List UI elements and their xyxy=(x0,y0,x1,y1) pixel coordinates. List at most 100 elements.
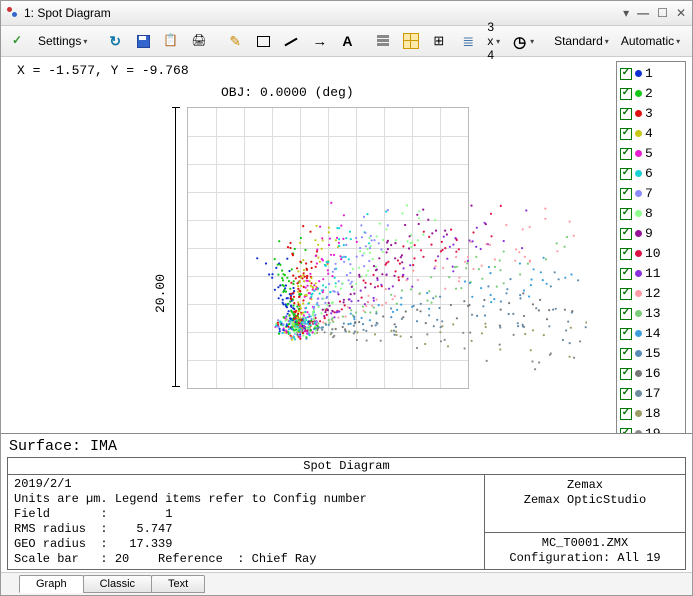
legend-item-3[interactable]: ✓3 xyxy=(620,104,682,123)
legend-checkbox[interactable]: ✓ xyxy=(620,168,632,180)
automatic-select[interactable]: Automatic xyxy=(616,31,685,51)
layers-button[interactable] xyxy=(454,30,480,52)
legend-checkbox[interactable]: ✓ xyxy=(620,268,632,280)
legend-checkbox[interactable]: ✓ xyxy=(620,288,632,300)
legend-item-9[interactable]: ✓9 xyxy=(620,224,682,243)
legend-checkbox[interactable]: ✓ xyxy=(620,228,632,240)
standard-select[interactable]: Standard xyxy=(549,31,614,51)
annotate-arrow[interactable] xyxy=(306,30,332,52)
annotate-rect[interactable] xyxy=(250,30,276,52)
legend-label: 9 xyxy=(645,226,653,241)
config-icon xyxy=(431,33,447,49)
legend-item-19[interactable]: ✓19 xyxy=(620,424,682,433)
legend-checkbox[interactable]: ✓ xyxy=(620,388,632,400)
clock-icon xyxy=(512,33,528,49)
legend-item-2[interactable]: ✓2 xyxy=(620,84,682,103)
legend-checkbox[interactable]: ✓ xyxy=(620,248,632,260)
titlebar: 1: Spot Diagram ▾ — ☐ ✕ xyxy=(1,1,692,26)
cursor-coord: X = -1.577, Y = -9.768 xyxy=(17,63,189,78)
legend-item-5[interactable]: ✓5 xyxy=(620,144,682,163)
tab-classic[interactable]: Classic xyxy=(83,575,152,593)
legend-checkbox[interactable]: ✓ xyxy=(620,328,632,340)
save-button[interactable] xyxy=(130,30,156,52)
legend-item-6[interactable]: ✓6 xyxy=(620,164,682,183)
legend-item-10[interactable]: ✓10 xyxy=(620,244,682,263)
legend-checkbox[interactable]: ✓ xyxy=(620,188,632,200)
stack-icon xyxy=(375,33,391,49)
legend-item-1[interactable]: ✓1 xyxy=(620,64,682,83)
legend-item-13[interactable]: ✓13 xyxy=(620,304,682,323)
apply-button[interactable] xyxy=(5,30,31,52)
annotate-line[interactable] xyxy=(278,30,304,52)
plot-area[interactable]: X = -1.577, Y = -9.768 OBJ: 0.0000 (deg)… xyxy=(1,57,616,433)
legend-label: 5 xyxy=(645,146,653,161)
legend-checkbox[interactable]: ✓ xyxy=(620,128,632,140)
legend-label: 1 xyxy=(645,66,653,81)
scatter-plot xyxy=(187,107,587,407)
legend-label: 8 xyxy=(645,206,653,221)
legend-item-14[interactable]: ✓14 xyxy=(620,324,682,343)
legend-checkbox[interactable]: ✓ xyxy=(620,368,632,380)
legend-item-11[interactable]: ✓11 xyxy=(620,264,682,283)
main-area: X = -1.577, Y = -9.768 OBJ: 0.0000 (deg)… xyxy=(1,57,692,433)
clipboard-button[interactable] xyxy=(158,30,184,52)
plot-title: OBJ: 0.0000 (deg) xyxy=(221,85,354,100)
pencil-icon xyxy=(227,33,243,49)
legend-checkbox[interactable]: ✓ xyxy=(620,148,632,160)
legend-checkbox[interactable]: ✓ xyxy=(620,408,632,420)
legend-item-8[interactable]: ✓8 xyxy=(620,204,682,223)
legend-item-12[interactable]: ✓ 12 xyxy=(620,284,682,303)
legend-dot xyxy=(635,330,642,337)
toolbar: Settings 3 x 4 Standard Automatic All xyxy=(1,26,692,57)
save-icon xyxy=(135,33,151,49)
y-axis-label: 20.00 xyxy=(153,274,168,313)
close-button[interactable]: ✕ xyxy=(676,6,686,20)
layers-icon xyxy=(459,33,475,49)
info-left: 2019/2/1 Units are µm. Legend items refe… xyxy=(8,475,485,569)
legend-item-7[interactable]: ✓7 xyxy=(620,184,682,203)
legend-item-18[interactable]: ✓18 xyxy=(620,404,682,423)
minimize-button[interactable]: — xyxy=(637,6,649,20)
refresh-icon xyxy=(107,33,123,49)
legend-checkbox[interactable]: ✓ xyxy=(620,68,632,80)
legend-dot xyxy=(635,110,642,117)
legend-item-17[interactable]: ✓17 xyxy=(620,384,682,403)
print-button[interactable] xyxy=(186,30,212,52)
tab-text[interactable]: Text xyxy=(151,575,205,593)
grid-toggle[interactable] xyxy=(398,30,424,52)
legend-dot xyxy=(635,370,642,377)
legend-item-16[interactable]: ✓16 xyxy=(620,364,682,383)
app-icon xyxy=(7,7,19,19)
legend-checkbox[interactable]: ✓ xyxy=(620,88,632,100)
legend-item-4[interactable]: ✓4 xyxy=(620,124,682,143)
legend-checkbox[interactable]: ✓ xyxy=(620,108,632,120)
auto-update[interactable] xyxy=(507,30,539,52)
refresh-button[interactable] xyxy=(102,30,128,52)
annotate-text[interactable] xyxy=(334,30,360,52)
legend-label: 2 xyxy=(645,86,653,101)
dropdown-button[interactable]: ▾ xyxy=(623,6,629,20)
legend-dot xyxy=(635,230,642,237)
legend-label: 12 xyxy=(645,286,661,301)
arrow-icon xyxy=(311,33,327,49)
annotate-pencil[interactable] xyxy=(222,30,248,52)
settings-button[interactable]: Settings xyxy=(33,31,92,51)
legend-dot xyxy=(635,130,642,137)
legend-dot xyxy=(635,390,642,397)
legend-item-15[interactable]: ✓15 xyxy=(620,344,682,363)
info-right-bottom: MC_T0001.ZMX Configuration: All 19 xyxy=(485,533,685,569)
legend-checkbox[interactable]: ✓ xyxy=(620,308,632,320)
legend-checkbox[interactable]: ✓ xyxy=(620,428,632,434)
print-icon xyxy=(191,33,207,49)
clipboard-icon xyxy=(163,33,179,49)
maximize-button[interactable]: ☐ xyxy=(657,6,668,20)
scale-bar xyxy=(175,107,176,387)
tab-graph[interactable]: Graph xyxy=(19,575,84,593)
legend-dot xyxy=(635,310,642,317)
legend-checkbox[interactable]: ✓ xyxy=(620,208,632,220)
legend-dot xyxy=(635,250,642,257)
rectangle-icon xyxy=(255,33,271,49)
config-button[interactable] xyxy=(426,30,452,52)
stack-button[interactable] xyxy=(370,30,396,52)
legend-checkbox[interactable]: ✓ xyxy=(620,348,632,360)
